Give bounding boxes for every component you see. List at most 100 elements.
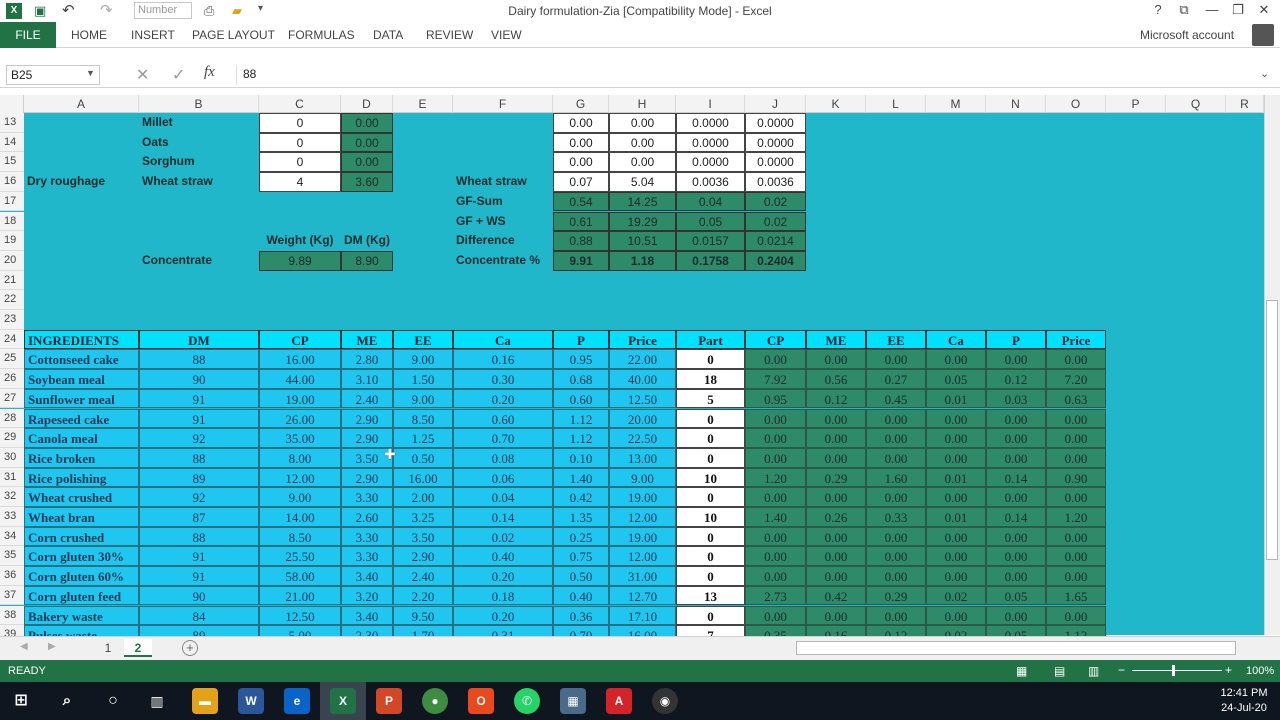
table-cell[interactable]: 0.63 — [1046, 388, 1106, 409]
page-break-view-icon[interactable]: ▥ — [1088, 664, 1099, 678]
row-header-33[interactable]: 33 — [0, 507, 24, 527]
table-header-p[interactable]: P — [553, 329, 609, 350]
tab-home[interactable]: HOME — [71, 28, 107, 42]
table-cell[interactable]: 0.12 — [986, 369, 1046, 389]
table-cell[interactable]: 0.16 — [453, 349, 553, 370]
table-cell[interactable]: 0.00 — [866, 605, 926, 626]
acrobat-icon[interactable]: A — [606, 688, 632, 714]
table-cell[interactable]: 0.00 — [745, 605, 806, 626]
ingredient-name[interactable]: Canola meal — [24, 428, 139, 448]
summary-cell-h[interactable]: 0.00 — [609, 113, 676, 133]
table-cell[interactable]: 1.40 — [553, 467, 609, 488]
ingredient-name[interactable]: Rice broken — [24, 447, 139, 468]
table-cell[interactable]: 84 — [139, 605, 259, 626]
table-cell[interactable]: 16.00 — [393, 467, 453, 488]
table-cell[interactable]: 0.29 — [806, 467, 866, 488]
table-cell[interactable]: 13.00 — [609, 447, 676, 468]
table-header-me[interactable]: ME — [341, 329, 393, 350]
table-cell[interactable]: 0.40 — [553, 585, 609, 606]
summary-cell-j[interactable]: 0.0000 — [745, 152, 806, 173]
table-cell[interactable]: 0.42 — [553, 487, 609, 507]
summary-cell-g[interactable]: 0.88 — [553, 231, 609, 251]
concentrate-label[interactable]: Concentrate — [139, 251, 259, 271]
table-cell[interactable]: 0.00 — [866, 447, 926, 468]
part-input[interactable]: 0 — [676, 605, 745, 626]
normal-view-icon[interactable]: ▦ — [1016, 664, 1027, 678]
part-input[interactable]: 0 — [676, 546, 745, 567]
part-input[interactable]: 0 — [676, 447, 745, 468]
summary-cell-g[interactable]: 0.00 — [553, 113, 609, 133]
horizontal-scrollbar[interactable] — [796, 641, 1236, 655]
table-header-price[interactable]: Price — [609, 329, 676, 350]
table-cell[interactable]: 1.12 — [553, 428, 609, 448]
summary-label[interactable]: GF + WS — [453, 212, 553, 232]
part-input[interactable]: 0 — [676, 349, 745, 370]
table-cell[interactable]: 40.00 — [609, 369, 676, 389]
column-header-b[interactable]: B — [139, 95, 259, 113]
calculator-icon[interactable]: ▦ — [560, 688, 586, 714]
summary-cell-g[interactable]: 0.00 — [553, 132, 609, 153]
table-cell[interactable]: 1.20 — [745, 467, 806, 488]
summary-cell-i[interactable]: 0.1758 — [676, 250, 745, 271]
summary-label[interactable]: GF-Sum — [453, 192, 553, 212]
column-header-f[interactable]: F — [453, 95, 553, 113]
summary-cell-h[interactable]: 14.25 — [609, 191, 676, 212]
row-header-34[interactable]: 34 — [0, 526, 24, 547]
table-cell[interactable]: 0.00 — [926, 408, 986, 429]
summary-cell-h[interactable]: 0.00 — [609, 152, 676, 173]
table-cell[interactable]: 3.50 — [393, 526, 453, 547]
part-input[interactable]: 10 — [676, 507, 745, 527]
column-header-o[interactable]: O — [1046, 95, 1106, 113]
enter-icon[interactable]: ✓ — [172, 65, 185, 85]
page-layout-view-icon[interactable]: ▤ — [1054, 664, 1065, 678]
table-cell[interactable]: 3.40 — [341, 605, 393, 626]
table-cell[interactable]: 91 — [139, 388, 259, 409]
whatsapp-icon[interactable]: ✆ — [514, 688, 540, 714]
dm-cell[interactable]: 0.00 — [341, 132, 393, 153]
summary-cell-i[interactable]: 0.04 — [676, 191, 745, 212]
summary-cell-j[interactable]: 0.0036 — [745, 172, 806, 192]
column-header-a[interactable]: A — [24, 95, 139, 113]
word-icon[interactable]: W — [238, 688, 264, 714]
table-cell[interactable]: 0.90 — [1046, 467, 1106, 488]
table-cell[interactable]: 1.35 — [553, 507, 609, 527]
table-cell[interactable]: 0.20 — [453, 566, 553, 586]
summary-label[interactable]: Concentrate % — [453, 251, 553, 271]
table-cell[interactable]: 7.20 — [1046, 369, 1106, 389]
summary-cell-g[interactable]: 0.54 — [553, 191, 609, 212]
table-header-ee[interactable]: EE — [393, 329, 453, 350]
table-cell[interactable]: 31.00 — [609, 566, 676, 586]
table-cell[interactable]: 0.00 — [806, 349, 866, 370]
table-cell[interactable]: 0.14 — [453, 507, 553, 527]
part-input[interactable]: 0 — [676, 566, 745, 586]
insert-function-icon[interactable]: fx — [204, 64, 215, 81]
weight-cell[interactable]: 0 — [259, 113, 341, 133]
table-cell[interactable]: 0.00 — [745, 566, 806, 586]
weight-header[interactable]: Weight (Kg) — [259, 231, 341, 251]
summary-label[interactable]: Difference — [453, 231, 553, 251]
column-header-m[interactable]: M — [926, 95, 986, 113]
tab-formulas[interactable]: FORMULAS — [288, 28, 355, 42]
table-cell[interactable]: 0.00 — [926, 605, 986, 626]
file-tab[interactable]: FILE — [0, 22, 56, 48]
part-input[interactable]: 18 — [676, 369, 745, 389]
table-header-p[interactable]: P — [986, 329, 1046, 350]
row-header-14[interactable]: 14 — [0, 132, 24, 153]
row-header-19[interactable]: 19 — [0, 231, 24, 251]
select-all-corner[interactable] — [0, 95, 24, 113]
table-cell[interactable]: 0.00 — [926, 526, 986, 547]
table-cell[interactable]: 3.30 — [341, 546, 393, 567]
table-cell[interactable]: 2.80 — [341, 349, 393, 370]
table-cell[interactable]: 2.90 — [341, 428, 393, 448]
table-cell[interactable]: 3.30 — [341, 526, 393, 547]
table-header-ingredients[interactable]: INGREDIENTS — [24, 329, 139, 350]
summary-cell-g[interactable]: 9.91 — [553, 250, 609, 271]
summary-cell-h[interactable]: 5.04 — [609, 172, 676, 192]
table-cell[interactable]: 2.40 — [393, 566, 453, 586]
summary-cell-j[interactable]: 0.0000 — [745, 132, 806, 153]
table-cell[interactable]: 0.95 — [553, 349, 609, 370]
table-cell[interactable]: 0.00 — [986, 408, 1046, 429]
cortana-icon[interactable]: ○ — [100, 688, 126, 714]
table-cell[interactable]: 90 — [139, 585, 259, 606]
table-cell[interactable]: 88 — [139, 526, 259, 547]
